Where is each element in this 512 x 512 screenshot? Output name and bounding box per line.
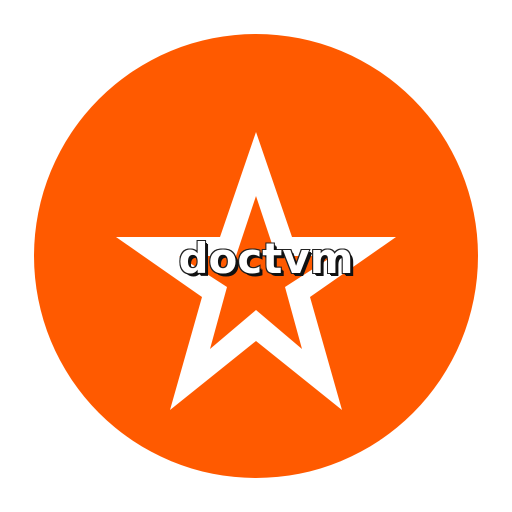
app-icon: doctvm (0, 0, 512, 512)
brand-name: doctvm (177, 234, 354, 283)
